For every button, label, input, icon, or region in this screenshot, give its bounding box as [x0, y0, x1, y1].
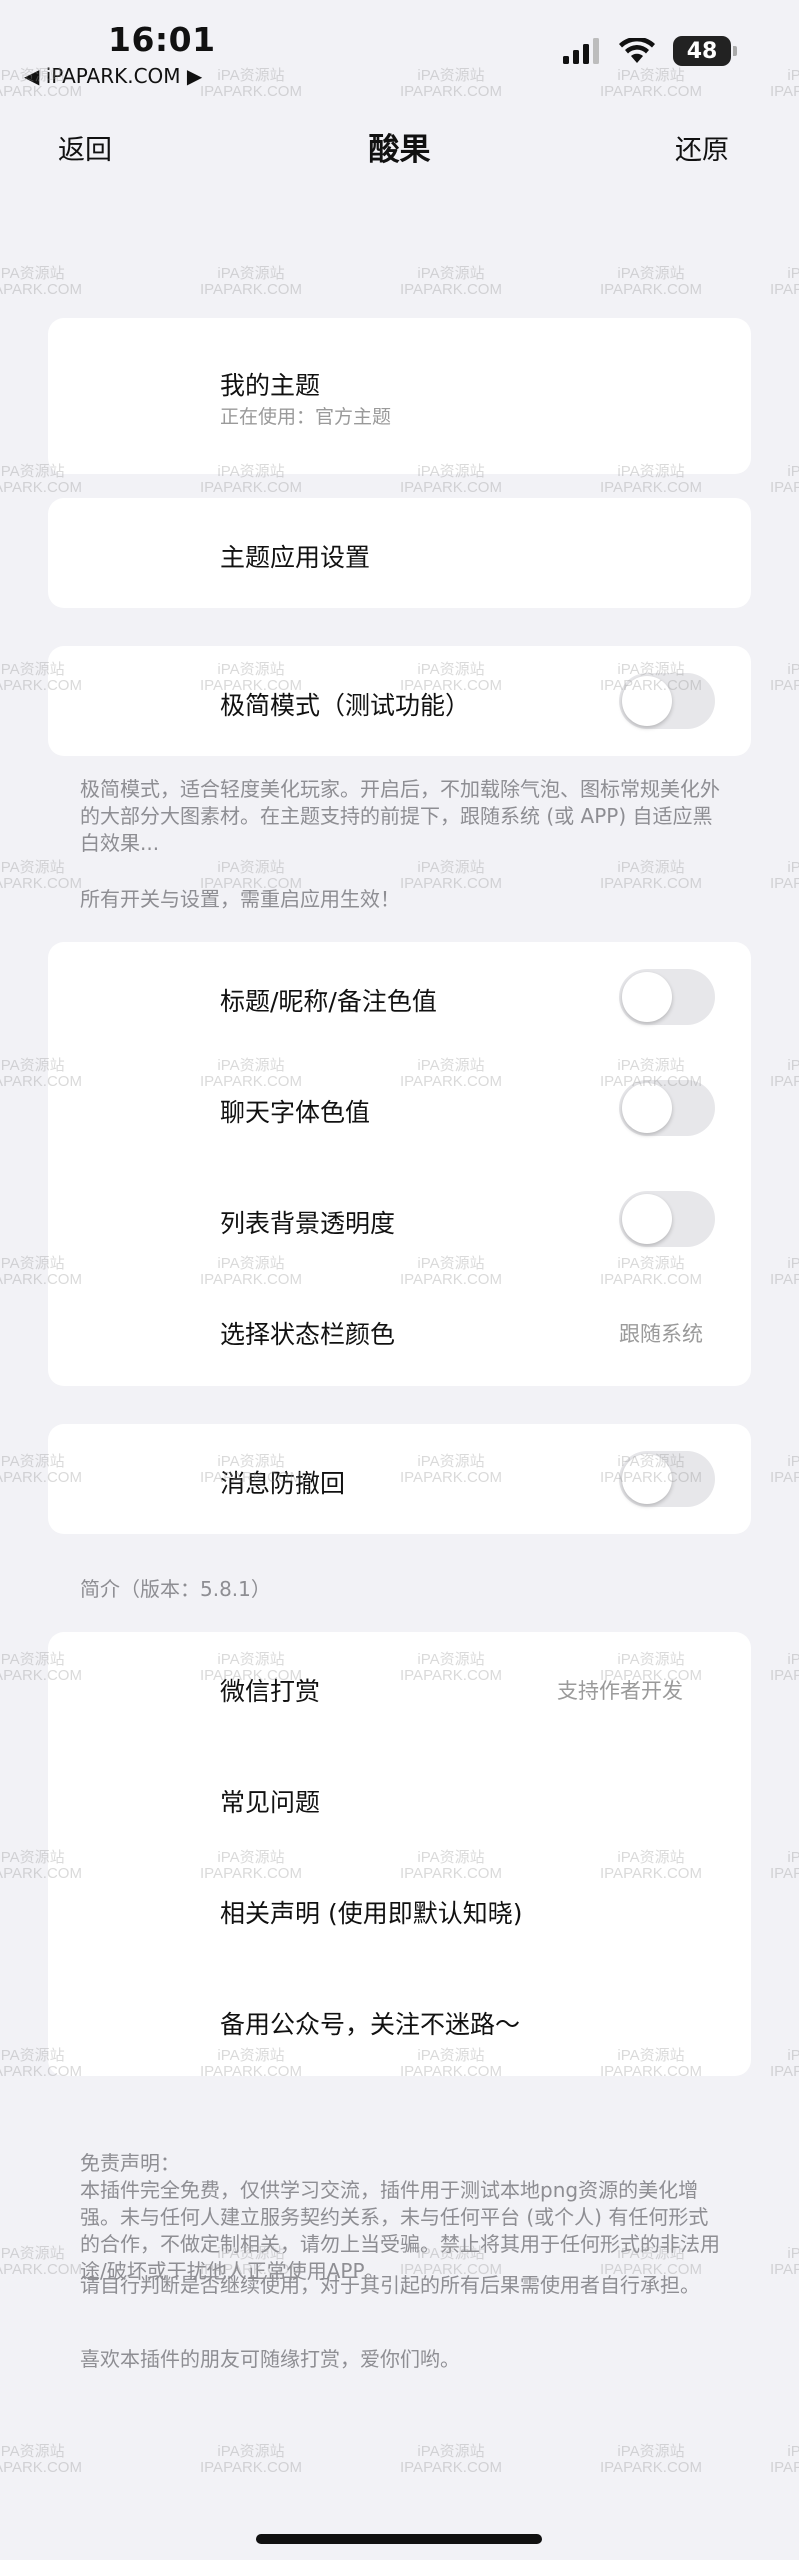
status-bar-color-value[interactable]: 跟随系统: [619, 1318, 703, 1348]
chat-font-color-toggle[interactable]: [619, 1080, 715, 1136]
wechat-reward-label[interactable]: 微信打赏: [220, 1672, 320, 1708]
theme-settings-label: 主题应用设置: [220, 543, 371, 572]
chat-font-color-label: 聊天字体色值: [220, 1098, 371, 1127]
disclaimer-thanks: 喜欢本插件的朋友可随缘打赏，爱你们哟。: [80, 2347, 460, 2371]
intro-header: 简介（版本：5.8.1）: [80, 1577, 271, 1601]
disclaimer-body: 本插件完全免费，仅供学习交流，插件用于测试本地png资源的美化增强。未与任何人建…: [80, 2178, 720, 2283]
watermark-text: iPA资源站IPAPARK.COM: [770, 265, 799, 298]
back-to-app-link[interactable]: ◀ iPAPARK.COM ▶: [24, 64, 202, 88]
watermark-text: iPA资源站IPAPARK.COM: [770, 463, 799, 496]
anti-recall-toggle[interactable]: [619, 1451, 715, 1507]
watermark-text: iPA资源站IPAPARK.COM: [600, 2443, 702, 2476]
watermark-text: iPA资源站IPAPARK.COM: [0, 265, 82, 298]
about-card: 微信打赏 支持作者开发 常见问题 相关声明 (使用即默认知晓) 备用公众号，关注…: [48, 1632, 751, 2076]
watermark-text: iPA资源站IPAPARK.COM: [200, 67, 302, 100]
faq-label[interactable]: 常见问题: [220, 1783, 320, 1819]
status-time: 16:01: [108, 20, 216, 59]
list-opacity-toggle[interactable]: [619, 1191, 715, 1247]
watermark-text: iPA资源站IPAPARK.COM: [600, 67, 702, 100]
watermark-text: iPA资源站IPAPARK.COM: [770, 2245, 799, 2278]
title-color-toggle[interactable]: [619, 969, 715, 1025]
minimal-mode-note: 极简模式，适合轻度美化玩家。开启后，不加载除气泡、图标常规美化外的大部分大图素材…: [80, 777, 720, 855]
restart-note: 所有开关与设置，需重启应用生效！: [80, 887, 400, 911]
watermark-text: iPA资源站IPAPARK.COM: [200, 2443, 302, 2476]
home-indicator: [256, 2534, 542, 2544]
minimal-mode-label: 极简模式（测试功能）: [220, 691, 471, 720]
watermark-text: iPA资源站IPAPARK.COM: [770, 1651, 799, 1684]
watermark-text: iPA资源站IPAPARK.COM: [770, 67, 799, 100]
list-opacity-label: 列表背景透明度: [220, 1209, 396, 1238]
watermark-text: iPA资源站IPAPARK.COM: [0, 2245, 82, 2278]
minimal-mode-toggle[interactable]: [619, 673, 715, 729]
watermark-text: iPA资源站IPAPARK.COM: [400, 67, 502, 100]
watermark-text: iPA资源站IPAPARK.COM: [200, 265, 302, 298]
anti-recall-card: 消息防撤回: [48, 1424, 751, 1534]
status-icons: 48: [563, 36, 737, 66]
watermark-text: iPA资源站IPAPARK.COM: [600, 265, 702, 298]
disclaimer-heading: 免责声明：: [80, 2151, 180, 2175]
theme-settings-card[interactable]: 主题应用设置: [48, 498, 751, 608]
watermark-text: iPA资源站IPAPARK.COM: [770, 2443, 799, 2476]
watermark-text: iPA资源站IPAPARK.COM: [0, 2443, 82, 2476]
watermark-text: iPA资源站IPAPARK.COM: [400, 265, 502, 298]
my-theme-card[interactable]: 我的主题 正在使用：官方主题: [48, 318, 751, 474]
watermark-text: iPA资源站IPAPARK.COM: [770, 1849, 799, 1882]
watermark-text: iPA资源站IPAPARK.COM: [400, 2443, 502, 2476]
my-theme-title: 我的主题: [220, 371, 321, 400]
minimal-mode-card: 极简模式（测试功能）: [48, 646, 751, 756]
backup-account-label[interactable]: 备用公众号，关注不迷路～: [220, 2005, 520, 2041]
watermark-text: iPA资源站IPAPARK.COM: [770, 661, 799, 694]
title-color-label: 标题/昵称/备注色值: [220, 987, 437, 1016]
cellular-signal-icon: [563, 38, 599, 64]
watermark-text: iPA资源站IPAPARK.COM: [0, 859, 82, 892]
watermark-text: iPA资源站IPAPARK.COM: [770, 1453, 799, 1486]
statement-label[interactable]: 相关声明 (使用即默认知晓): [220, 1894, 522, 1930]
wifi-icon: [619, 38, 655, 63]
wechat-reward-value[interactable]: 支持作者开发: [557, 1675, 683, 1705]
color-settings-card: 标题/昵称/备注色值 聊天字体色值 列表背景透明度 选择状态栏颜色 跟随系统: [48, 942, 751, 1386]
watermark-text: iPA资源站IPAPARK.COM: [770, 859, 799, 892]
watermark-text: iPA资源站IPAPARK.COM: [770, 2047, 799, 2080]
watermark-text: iPA资源站IPAPARK.COM: [770, 1057, 799, 1090]
battery-icon: 48: [673, 36, 737, 66]
anti-recall-label: 消息防撤回: [220, 1469, 346, 1498]
restore-button[interactable]: 还原: [675, 128, 729, 167]
status-bar-color-label[interactable]: 选择状态栏颜色: [220, 1315, 395, 1351]
watermark-text: iPA资源站IPAPARK.COM: [770, 1255, 799, 1288]
disclaimer-advice: 请自行判断是否继续使用，对于其引起的所有后果需使用者自行承担。: [80, 2273, 700, 2297]
my-theme-subtitle: 正在使用：官方主题: [220, 406, 392, 428]
